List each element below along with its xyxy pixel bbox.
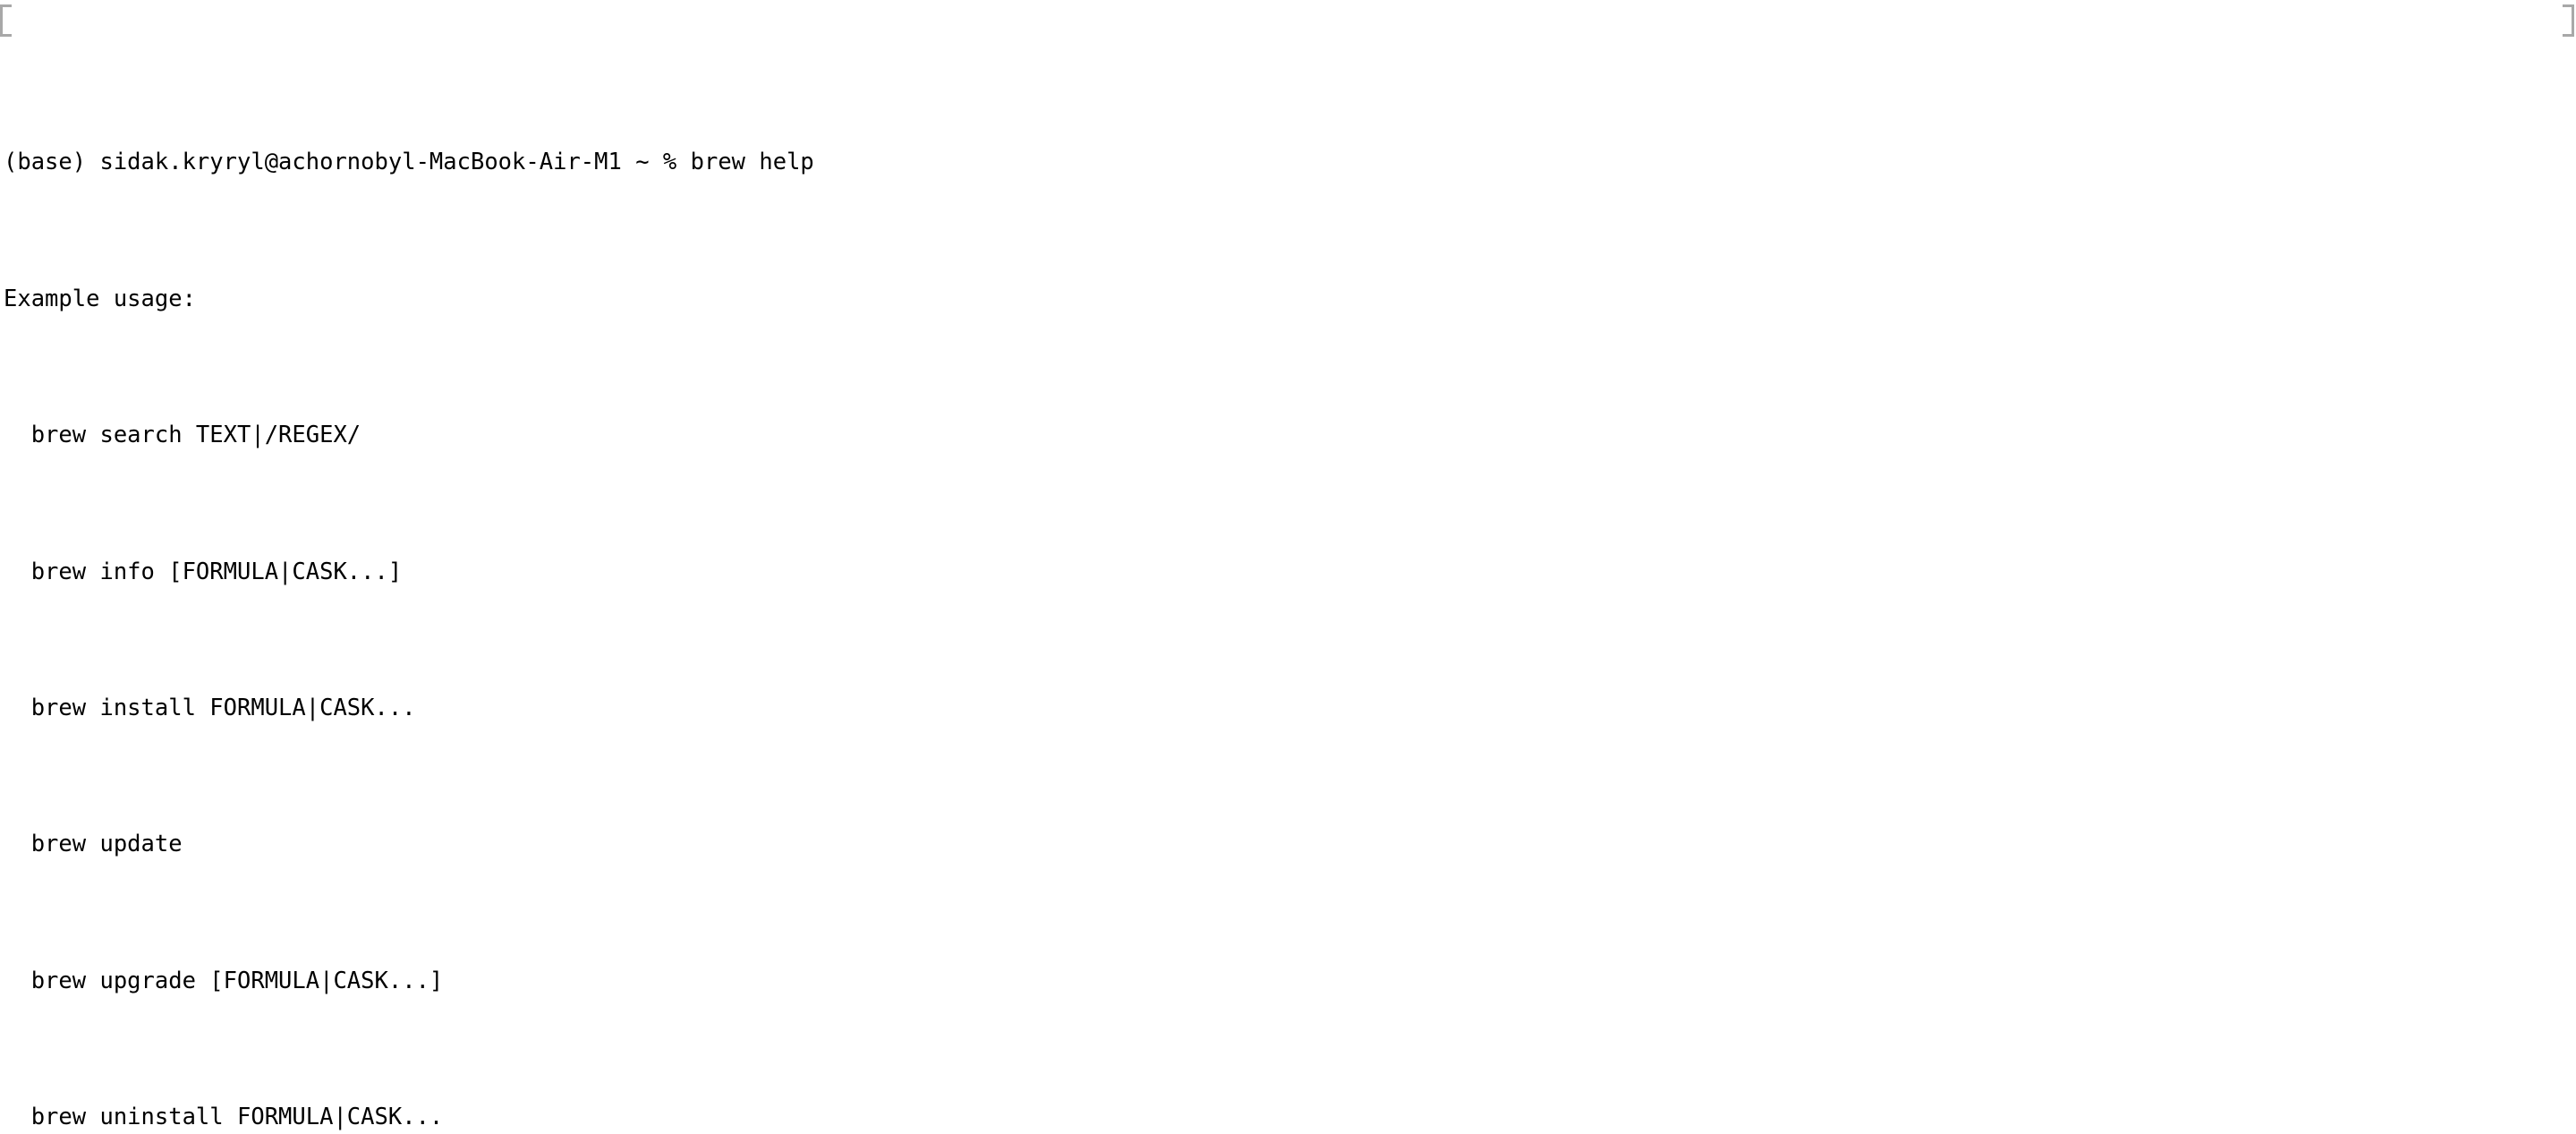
terminal-line-brew-install: brew install FORMULA|CASK... xyxy=(4,694,416,721)
terminal-line-brew-search: brew search TEXT|/REGEX/ xyxy=(4,422,361,449)
terminal-line-brew-uninstall: brew uninstall FORMULA|CASK... xyxy=(4,1104,444,1131)
terminal-line-example-usage-header: Example usage: xyxy=(4,285,196,312)
terminal-screen[interactable]: (base) sidak.kryryl@achornobyl-MacBook-A… xyxy=(0,4,2576,1134)
terminal-line-prompt-command: (base) sidak.kryryl@achornobyl-MacBook-A… xyxy=(4,149,814,176)
terminal-line-brew-info: brew info [FORMULA|CASK...] xyxy=(4,558,403,585)
terminal-line-brew-upgrade: brew upgrade [FORMULA|CASK...] xyxy=(4,967,444,994)
terminal-window[interactable]: (base) sidak.kryryl@achornobyl-MacBook-A… xyxy=(0,0,2576,1134)
terminal-line-brew-update: brew update xyxy=(4,831,183,858)
